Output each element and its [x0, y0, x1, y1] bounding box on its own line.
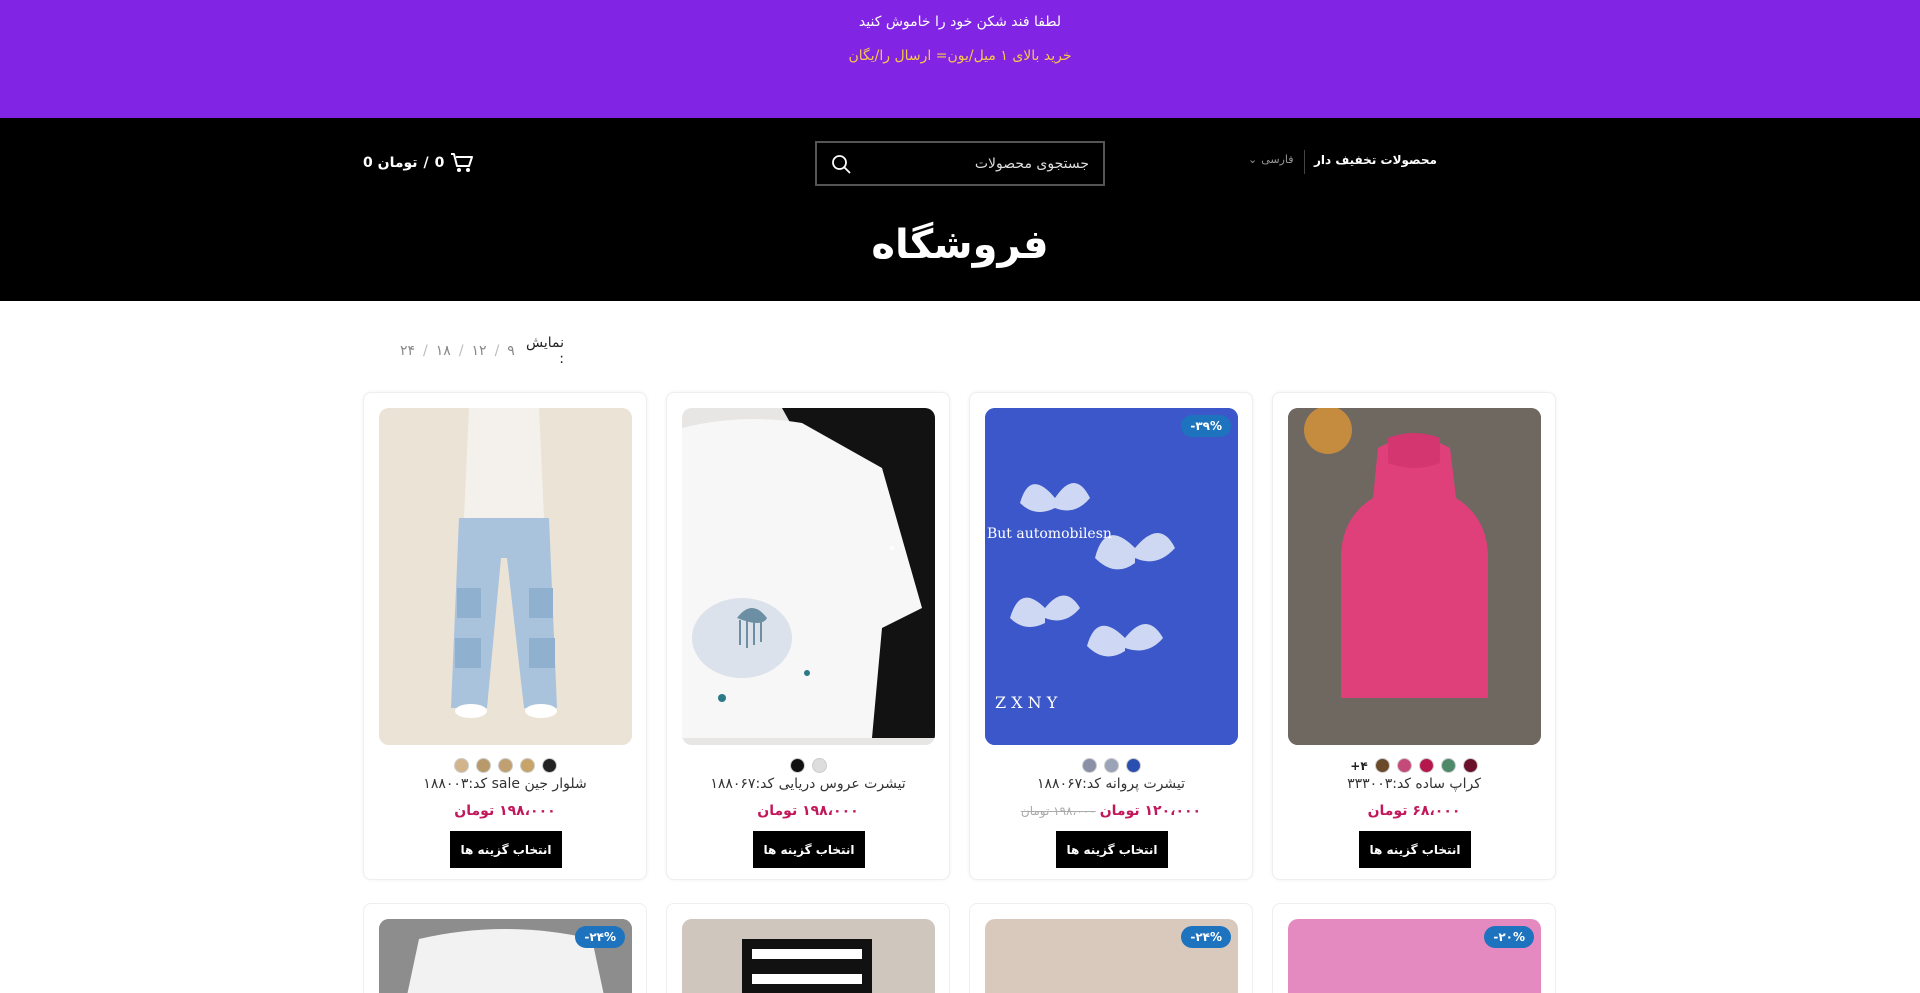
discount-badge: -۳۹% — [1181, 415, 1231, 437]
current-price: ۱۲۰،۰۰۰ تومان — [1099, 803, 1202, 819]
cart-button[interactable]: 0 / 0 تومان — [363, 150, 474, 176]
per-page-option-18[interactable]: ۱۸ — [436, 343, 451, 359]
product-card: شلوار جین sale کد:۱۸۸۰۰۳ ۱۹۸،۰۰۰ تومان ا… — [363, 392, 647, 880]
color-swatch[interactable] — [1418, 758, 1434, 773]
color-swatch[interactable] — [789, 758, 805, 773]
search-field[interactable]: جستجوی محصولات — [815, 141, 1105, 186]
per-page-label: نمایش : — [525, 335, 564, 367]
color-swatch[interactable] — [1396, 758, 1412, 773]
cart-icon — [451, 153, 474, 172]
product-image[interactable] — [379, 408, 632, 745]
product-price: ۱۹۸،۰۰۰ تومان — [667, 803, 949, 819]
color-swatch[interactable] — [453, 758, 469, 773]
per-page-option-24[interactable]: ۲۴ — [400, 343, 415, 359]
divider: / — [494, 343, 500, 359]
product-image[interactable] — [682, 408, 935, 745]
cart-count: 0 — [434, 155, 445, 171]
product-card: -۲۴% — [969, 903, 1253, 993]
product-card: But automobilesn Z X N Y -۳۹% تیشرت پروا… — [969, 392, 1253, 880]
search-input[interactable]: جستجوی محصولات — [851, 156, 1089, 172]
per-page-option-12[interactable]: ۱۲ — [472, 343, 487, 359]
butterfly-tshirt-illustration: But automobilesn Z X N Y — [985, 408, 1238, 745]
chevron-down-icon: ⌄ — [1248, 153, 1258, 166]
product-image[interactable]: -۲۴% — [985, 919, 1238, 993]
nav-discounted-products[interactable]: محصولات تخفیف دار — [1314, 153, 1437, 167]
discount-badge: -۲۴% — [575, 926, 625, 948]
discount-badge: -۲۴% — [1181, 926, 1231, 948]
striped-top-illustration — [682, 919, 935, 993]
product-title[interactable]: تیشرت عروس دریایی کد:۱۸۸۰۶۷ — [667, 776, 949, 792]
nav-divider — [1304, 150, 1305, 174]
color-swatch[interactable] — [1081, 758, 1097, 773]
cargo-jeans-illustration — [379, 408, 632, 745]
color-swatches: +۴ — [1273, 758, 1555, 773]
search-icon[interactable] — [831, 154, 851, 174]
color-swatch[interactable] — [1125, 758, 1141, 773]
select-options-button[interactable]: انتخاب گزینه ها — [753, 831, 865, 868]
product-image[interactable]: But automobilesn Z X N Y -۳۹% — [985, 408, 1238, 745]
page-title: فروشگاه — [871, 222, 1049, 268]
promo-bar: لطفا فند شکن خود را خاموش کنید خرید بالا… — [0, 0, 1920, 118]
color-swatch[interactable] — [1374, 758, 1390, 773]
divider: / — [458, 343, 464, 359]
color-swatch[interactable] — [1103, 758, 1119, 773]
svg-text:But automobilesn: But automobilesn — [987, 526, 1112, 542]
language-label: فارسی — [1261, 153, 1294, 166]
color-swatches — [667, 758, 949, 773]
color-swatch[interactable] — [497, 758, 513, 773]
select-options-button[interactable]: انتخاب گزینه ها — [450, 831, 562, 868]
color-swatch[interactable] — [1462, 758, 1478, 773]
select-options-button[interactable]: انتخاب گزینه ها — [1056, 831, 1168, 868]
current-price: ۱۹۸،۰۰۰ تومان — [454, 803, 556, 819]
select-options-button[interactable]: انتخاب گزینه ها — [1359, 831, 1471, 868]
product-title[interactable]: کراپ ساده کد:۳۳۳۰۰۳ — [1273, 776, 1555, 792]
per-page-selector: نمایش : ۹ / ۱۲ / ۱۸ / ۲۴ — [400, 335, 564, 367]
product-price: ۱۲۰،۰۰۰ تومان۱۹۸،۰۰۰ تومان — [970, 803, 1252, 819]
product-title[interactable]: شلوار جین sale کد:۱۸۸۰۰۳ — [364, 776, 646, 792]
crop-top-illustration — [1288, 408, 1541, 745]
discount-badge: -۲۰% — [1484, 926, 1534, 948]
product-card: -۲۴% — [363, 903, 647, 993]
product-title[interactable]: تیشرت پروانه کد:۱۸۸۰۶۷ — [970, 776, 1252, 792]
divider: / — [423, 343, 428, 359]
product-price: ۱۹۸،۰۰۰ تومان — [364, 803, 646, 819]
language-selector[interactable]: ⌄ فارسی — [1248, 153, 1294, 166]
color-swatch[interactable] — [475, 758, 491, 773]
color-swatches — [364, 758, 646, 773]
product-card — [666, 903, 950, 993]
promo-line-1: لطفا فند شکن خود را خاموش کنید — [858, 14, 1062, 30]
product-image[interactable]: -۲۰% — [1288, 919, 1541, 993]
product-image[interactable]: -۲۴% — [379, 919, 632, 993]
color-swatch[interactable] — [519, 758, 535, 773]
per-page-option-9[interactable]: ۹ — [507, 343, 515, 359]
svg-text:Z X N Y: Z X N Y — [995, 693, 1058, 712]
product-price: ۶۸،۰۰۰ تومان — [1273, 803, 1555, 819]
color-swatch[interactable] — [1440, 758, 1456, 773]
cart-total: 0 تومان — [363, 155, 418, 171]
color-swatches — [970, 758, 1252, 773]
product-image[interactable] — [1288, 408, 1541, 745]
more-colors[interactable]: +۴ — [1350, 759, 1367, 773]
jellyfish-tshirt-illustration — [682, 408, 935, 745]
cart-separator: / — [423, 155, 429, 171]
color-swatch[interactable] — [541, 758, 557, 773]
promo-line-2: خرید بالای ۱ میل/یون= ارسال را/یگان — [848, 48, 1072, 64]
product-card: +۴ کراپ ساده کد:۳۳۳۰۰۳ ۶۸،۰۰۰ تومان انتخ… — [1272, 392, 1556, 880]
old-price: ۱۹۸،۰۰۰ تومان — [1020, 804, 1096, 818]
color-swatch[interactable] — [811, 758, 827, 773]
product-card: -۲۰% — [1272, 903, 1556, 993]
product-card: تیشرت عروس دریایی کد:۱۸۸۰۶۷ ۱۹۸،۰۰۰ توما… — [666, 392, 950, 880]
current-price: ۶۸،۰۰۰ تومان — [1367, 803, 1461, 819]
current-price: ۱۹۸،۰۰۰ تومان — [757, 803, 859, 819]
product-image[interactable] — [682, 919, 935, 993]
